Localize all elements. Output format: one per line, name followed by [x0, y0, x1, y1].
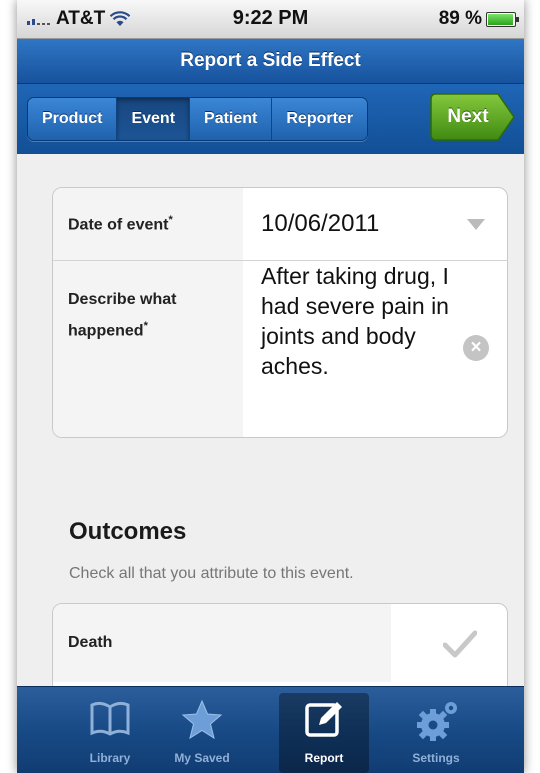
required-marker: *	[168, 214, 173, 226]
step-tab-event[interactable]: Event	[117, 98, 191, 140]
tab-library-label: Library	[89, 751, 131, 765]
battery-icon	[486, 11, 519, 27]
star-icon	[181, 699, 223, 740]
tab-settings-label: Settings	[412, 751, 460, 765]
tab-bar: Library My Saved Report Settings	[17, 686, 524, 773]
event-form: Date of event* 10/06/2011 Describe what …	[52, 187, 508, 438]
page-title: Report a Side Effect	[180, 50, 361, 71]
outcomes-heading: Outcomes	[69, 518, 187, 545]
step-toolbar: Product Event Patient Reporter Next	[17, 84, 524, 154]
signal-icon	[27, 13, 50, 25]
step-tab-reporter[interactable]: Reporter	[272, 98, 368, 140]
step-tab-patient[interactable]: Patient	[190, 98, 273, 140]
date-label-cell: Date of event*	[53, 188, 243, 260]
carrier-name: AT&T	[56, 8, 106, 29]
outcomes-subtitle: Check all that you attribute to this eve…	[69, 565, 354, 582]
battery: 89 %	[438, 8, 519, 30]
next-label: Next	[447, 106, 489, 127]
step-tab-product[interactable]: Product	[28, 98, 118, 140]
tab-settings[interactable]: Settings	[391, 693, 481, 773]
date-value[interactable]: 10/06/2011	[261, 210, 379, 238]
gear-icon	[417, 702, 457, 741]
tab-my-saved-label: My Saved	[174, 751, 230, 765]
date-label: Date of event*	[68, 214, 173, 234]
date-of-event-row[interactable]: Date of event* 10/06/2011	[53, 188, 507, 261]
describe-label-cell: Describe what happened*	[53, 261, 243, 437]
outcome-death-label: Death	[68, 634, 113, 651]
step-segmented-control: Product Event Patient Reporter	[27, 97, 369, 141]
outcome-label-cell: Death	[53, 604, 391, 682]
tab-library[interactable]: Library	[65, 693, 155, 773]
describe-label-text: Describe what happened	[68, 291, 177, 340]
describe-row: Describe what happened* After taking dru…	[53, 261, 507, 437]
phone-screen: AT&T 9:22 PM 89 % Report a Side Effect P…	[17, 0, 524, 773]
dropdown-arrow-icon[interactable]	[467, 219, 485, 230]
carrier: AT&T	[27, 8, 131, 30]
clear-text-icon[interactable]: ×	[463, 335, 489, 361]
tab-report[interactable]: Report	[279, 693, 369, 773]
describe-textarea[interactable]: After taking drug, I had severe pain in …	[261, 261, 451, 381]
tab-my-saved[interactable]: My Saved	[157, 693, 247, 773]
checkmark-icon[interactable]	[443, 630, 477, 658]
navigation-bar: Report a Side Effect	[17, 39, 524, 84]
outcome-death-row[interactable]: Death	[53, 604, 507, 682]
required-marker: *	[143, 320, 148, 332]
tab-report-label: Report	[304, 751, 344, 765]
date-label-text: Date of event	[68, 216, 169, 234]
book-icon	[90, 701, 130, 736]
next-button[interactable]: Next	[430, 93, 516, 141]
battery-percent: 89 %	[438, 8, 482, 29]
status-bar: AT&T 9:22 PM 89 %	[17, 0, 524, 39]
edit-icon	[305, 702, 342, 737]
describe-label: Describe what happened*	[68, 287, 238, 344]
wifi-icon	[109, 11, 131, 26]
